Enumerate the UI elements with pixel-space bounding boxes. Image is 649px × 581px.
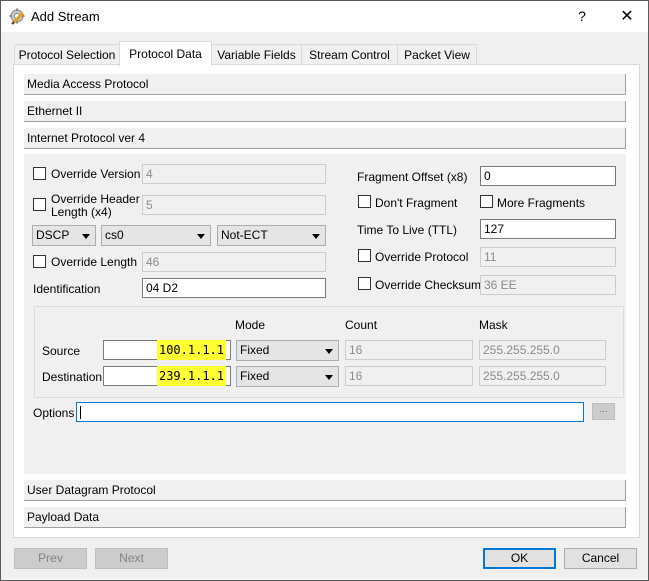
override-version-checkbox[interactable] [33, 167, 46, 180]
destination-address-value: 239.1.1.1 [156, 366, 226, 386]
dscp-select-value: DSCP [36, 228, 70, 242]
total-length-field[interactable]: 46 [142, 252, 326, 272]
mode-header: Mode [235, 318, 266, 332]
tab-stream-control[interactable]: Stream Control [301, 44, 398, 65]
chevron-down-icon [325, 375, 333, 380]
help-button[interactable]: ? [567, 1, 597, 32]
tab-protocol-data[interactable]: Protocol Data [119, 41, 212, 66]
override-checksum-checkbox[interactable] [358, 277, 371, 290]
fragment-offset-label: Fragment Offset (x8) [357, 170, 468, 184]
override-version-label: Override Version [51, 167, 141, 181]
source-mask-field[interactable]: 255.255.255.0 [479, 340, 606, 360]
title-bar: Add Stream ? ✕ [1, 1, 648, 32]
more-fragments-checkbox[interactable] [480, 195, 493, 208]
text-caret [80, 406, 81, 419]
destination-mask-field[interactable]: 255.255.255.0 [479, 366, 606, 386]
options-browse-button[interactable]: ... [592, 403, 615, 420]
section-ipv4[interactable]: Internet Protocol ver 4 [24, 128, 626, 149]
options-label: Options [33, 406, 75, 420]
section-media-access-protocol[interactable]: Media Access Protocol [24, 74, 626, 95]
close-button[interactable]: ✕ [607, 1, 647, 32]
source-mode-select[interactable]: Fixed [236, 340, 339, 361]
source-address-value: 100.1.1.1 [156, 340, 226, 360]
destination-address-field[interactable]: 239.1.1.1 [103, 366, 231, 386]
dont-fragment-label: Don't Fragment [375, 196, 458, 210]
section-udp[interactable]: User Datagram Protocol [24, 480, 626, 501]
cs-select[interactable]: cs0 [101, 225, 211, 246]
tab-packet-view[interactable]: Packet View [397, 44, 477, 65]
checksum-field[interactable]: 36 EE [480, 275, 616, 295]
gear-pencil-icon [9, 8, 25, 25]
dscp-select[interactable]: DSCP [32, 225, 96, 246]
mask-header: Mask [479, 318, 508, 332]
tab-variable-fields[interactable]: Variable Fields [211, 44, 302, 65]
protocol-field[interactable]: 11 [480, 247, 616, 267]
section-ethernet-ii[interactable]: Ethernet II [24, 101, 626, 122]
prev-button[interactable]: Prev [14, 548, 87, 569]
identification-label: Identification [33, 282, 101, 296]
ecn-select-value: Not-ECT [221, 228, 268, 242]
chevron-down-icon [82, 234, 90, 239]
add-stream-dialog: Add Stream ? ✕ Protocol Selection Protoc… [0, 0, 649, 581]
identification-field[interactable]: 04 D2 [142, 278, 326, 298]
destination-label: Destination [42, 370, 103, 384]
override-header-length-label-1: Override Header [51, 192, 140, 206]
ok-button[interactable]: OK [483, 548, 556, 569]
more-fragments-label: More Fragments [497, 196, 586, 210]
ecn-select[interactable]: Not-ECT [217, 225, 326, 246]
ttl-field[interactable]: 127 [480, 219, 616, 239]
source-address-field[interactable]: 100.1.1.1 [103, 340, 231, 360]
dont-fragment-checkbox[interactable] [358, 195, 371, 208]
override-protocol-checkbox[interactable] [358, 249, 371, 262]
override-protocol-label: Override Protocol [375, 250, 469, 264]
options-input[interactable] [76, 402, 584, 422]
cancel-button[interactable]: Cancel [564, 548, 637, 569]
chevron-down-icon [312, 234, 320, 239]
tab-protocol-selection[interactable]: Protocol Selection [14, 44, 120, 65]
destination-mode-value: Fixed [240, 369, 270, 383]
chevron-down-icon [197, 234, 205, 239]
override-checksum-label: Override Checksum [375, 278, 482, 292]
source-count-field[interactable]: 16 [345, 340, 473, 360]
destination-mode-select[interactable]: Fixed [236, 366, 339, 387]
ttl-label: Time To Live (TTL) [357, 223, 458, 237]
version-field[interactable]: 4 [142, 164, 326, 184]
section-payload-data[interactable]: Payload Data [24, 507, 626, 528]
header-length-field[interactable]: 5 [142, 195, 326, 215]
destination-count-field[interactable]: 16 [345, 366, 473, 386]
count-header: Count [345, 318, 378, 332]
window-title: Add Stream [31, 9, 100, 24]
chevron-down-icon [325, 349, 333, 354]
next-button[interactable]: Next [95, 548, 168, 569]
fragment-offset-field[interactable]: 0 [480, 166, 616, 186]
source-mode-value: Fixed [240, 343, 270, 357]
override-header-length-checkbox[interactable] [33, 198, 46, 211]
override-header-length-label-2: Length (x4) [51, 205, 112, 219]
cs-select-value: cs0 [105, 228, 124, 242]
override-length-checkbox[interactable] [33, 255, 46, 268]
source-label: Source [42, 344, 81, 358]
override-length-label: Override Length [51, 255, 138, 269]
